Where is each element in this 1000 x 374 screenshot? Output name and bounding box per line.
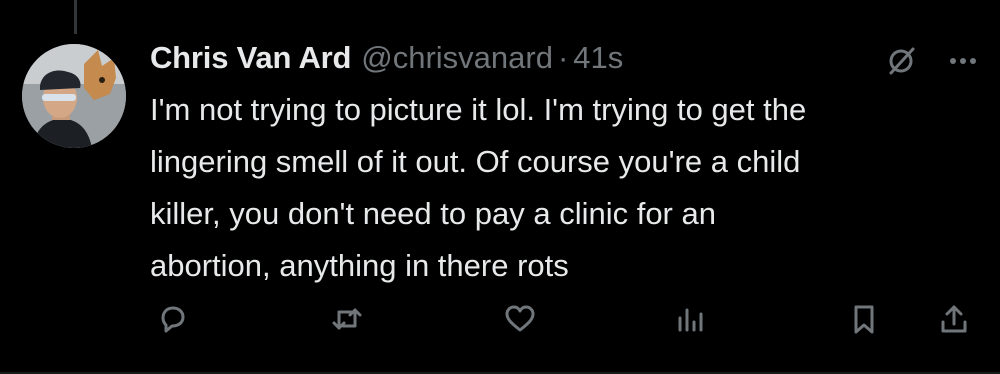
tweet-header: Chris Van Ard @chrisvanard · 41s: [150, 40, 970, 84]
tweet-timestamp[interactable]: 41s: [573, 40, 623, 76]
bookmark-button[interactable]: [842, 297, 886, 341]
header-separator: ·: [557, 40, 569, 75]
bookmark-icon: [854, 305, 874, 334]
retweet-icon: [332, 308, 362, 330]
reply-button[interactable]: [150, 297, 194, 341]
like-button[interactable]: [498, 297, 542, 341]
avatar-photo: [22, 44, 126, 148]
more-icon[interactable]: [948, 56, 978, 66]
reply-icon: [161, 306, 185, 333]
views-icon: [678, 308, 703, 332]
avatar[interactable]: [22, 44, 126, 148]
tweet-body: Chris Van Ard @chrisvanard · 41s I'm not…: [150, 40, 970, 292]
views-button[interactable]: [668, 297, 712, 341]
author-handle[interactable]: @chrisvanard: [361, 40, 553, 76]
thread-connector-line: [74, 0, 77, 34]
share-button[interactable]: [932, 297, 976, 341]
like-icon: [505, 305, 535, 332]
tweet-action-bar: [150, 297, 980, 341]
tweet-top-right-controls: [884, 44, 978, 78]
retweet-button[interactable]: [325, 297, 369, 341]
grok-icon[interactable]: [884, 44, 918, 78]
share-icon: [941, 305, 967, 333]
tweet-text: I'm not trying to picture it lol. I'm tr…: [150, 92, 807, 283]
author-display-name[interactable]: Chris Van Ard: [150, 40, 351, 76]
